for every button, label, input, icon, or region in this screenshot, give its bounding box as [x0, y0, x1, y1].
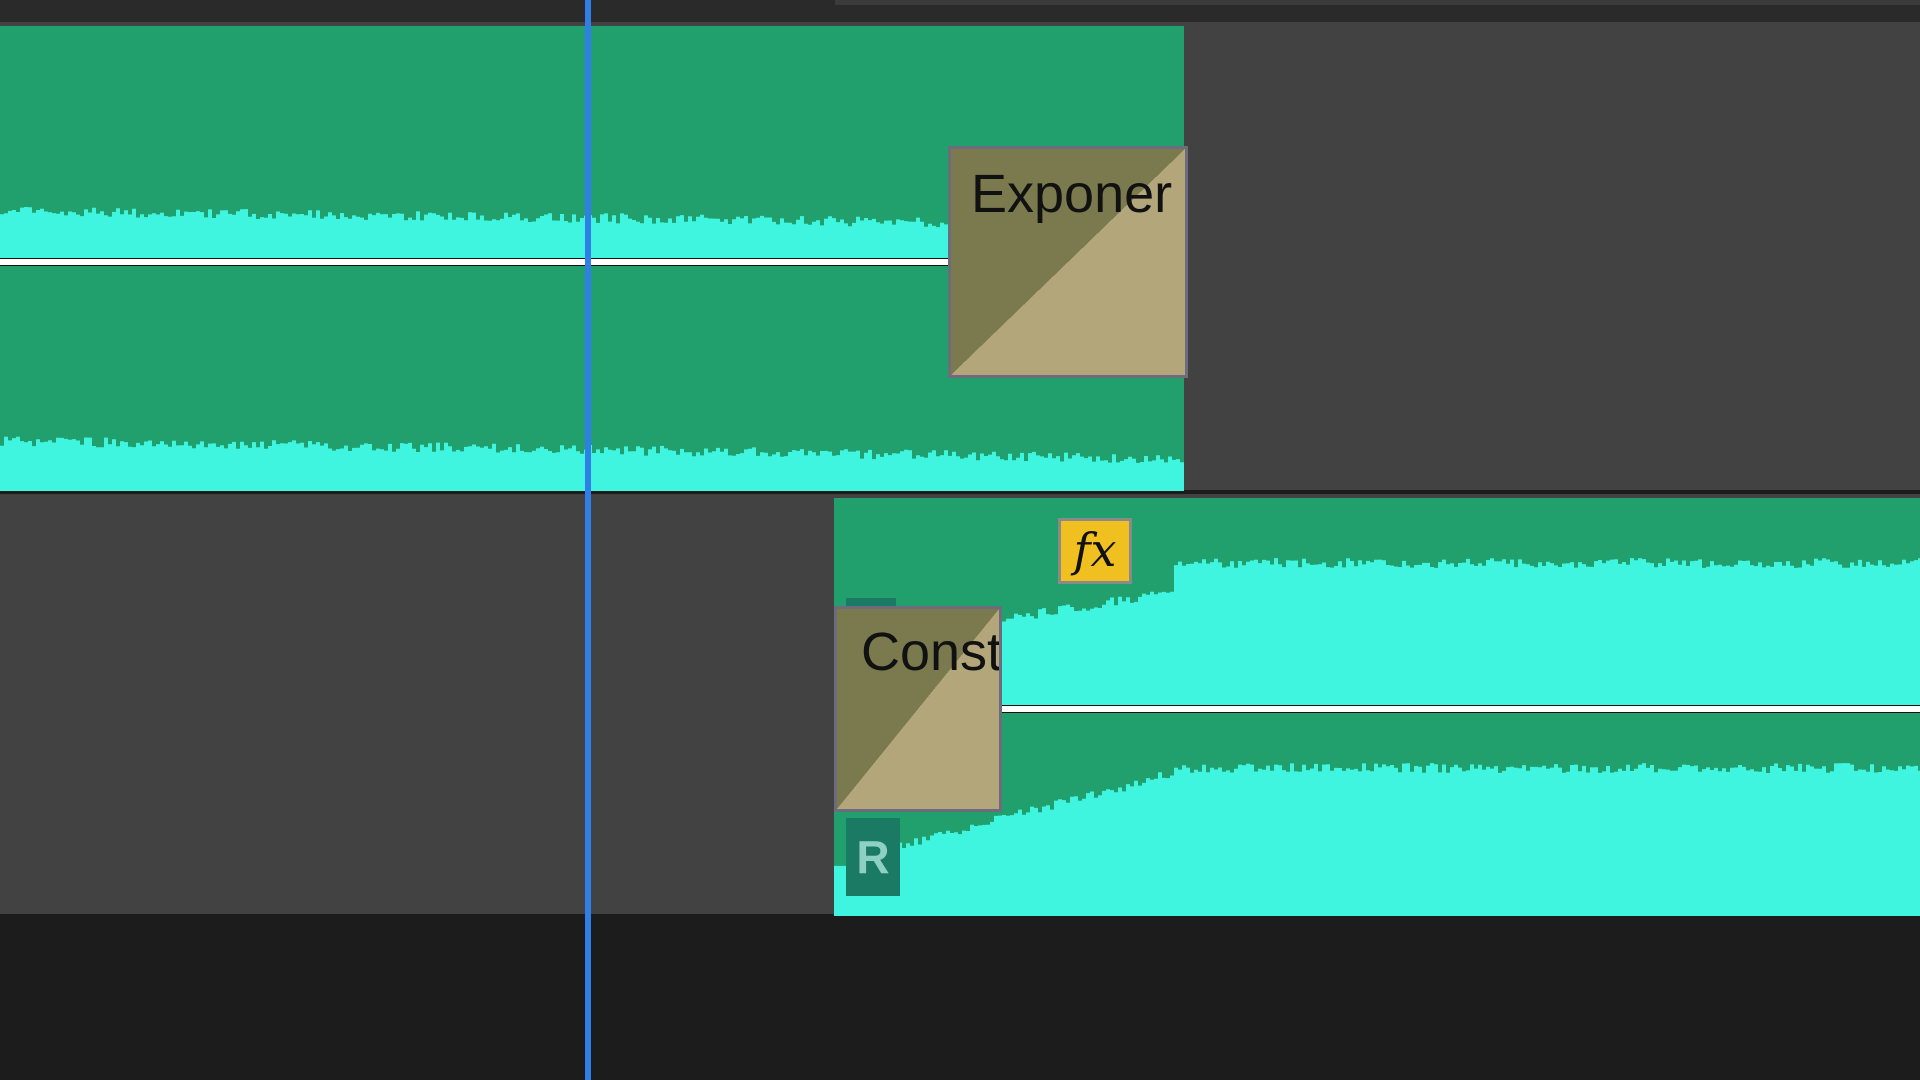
transition-label: Const [861, 622, 1002, 682]
timeline-ruler-strip[interactable] [0, 0, 1920, 22]
transition-constant-power[interactable]: Const [834, 606, 1002, 812]
empty-track-area[interactable] [0, 918, 1920, 1080]
fx-icon[interactable]: fx [1058, 518, 1132, 584]
work-area-bar[interactable] [835, 0, 1920, 5]
transition-exponential-fade[interactable]: Exponer [948, 146, 1188, 378]
transition-label: Exponer [971, 164, 1173, 224]
r-icon[interactable]: R [846, 818, 900, 896]
playhead[interactable] [585, 0, 591, 1080]
